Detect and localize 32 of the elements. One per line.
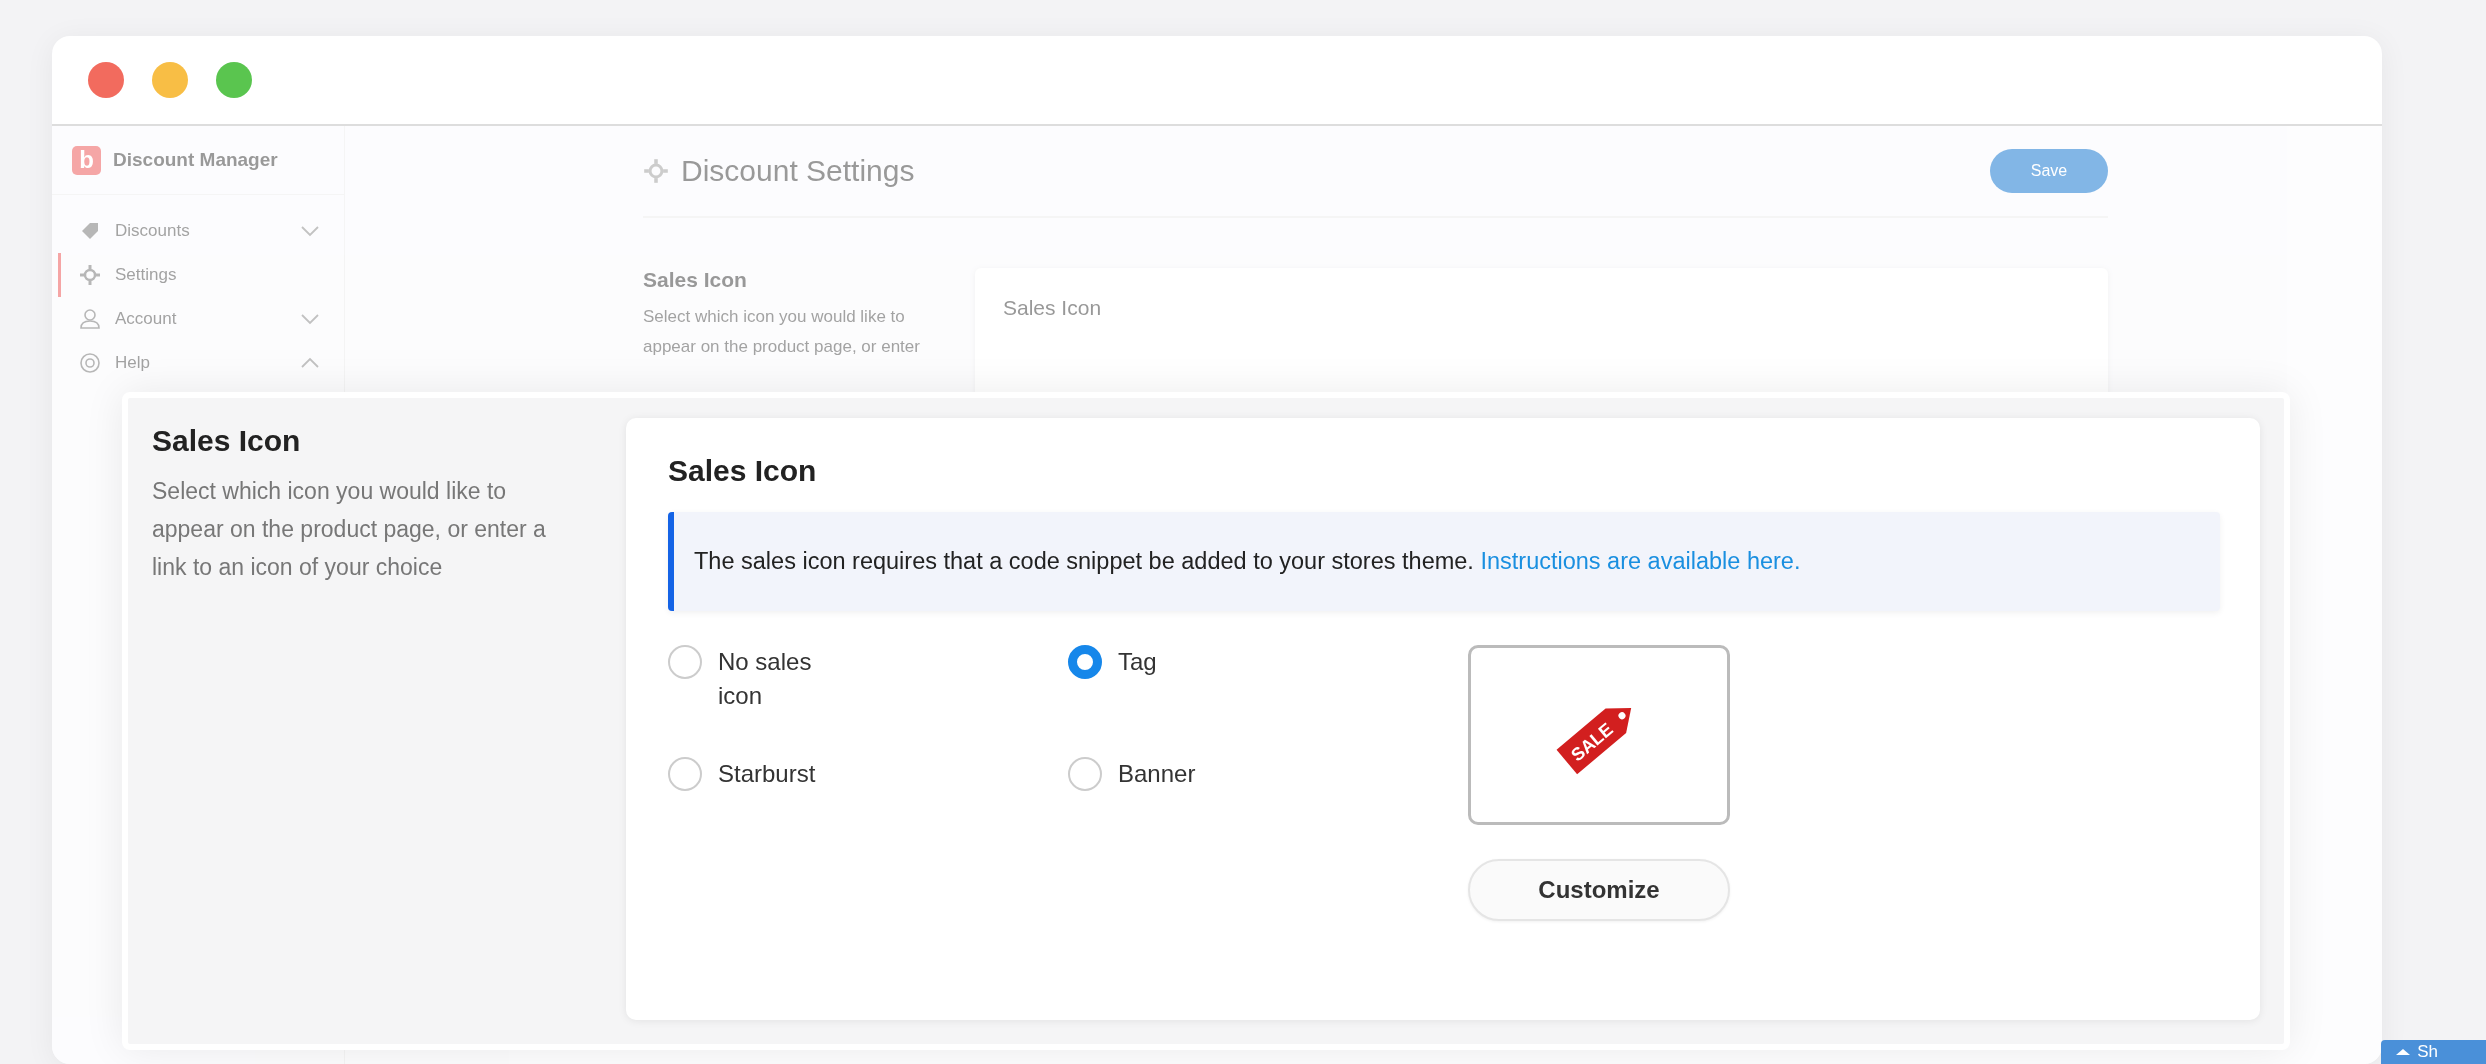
customize-button[interactable]: Customize — [1468, 859, 1730, 921]
sidebar-item[interactable]: Help — [58, 341, 344, 385]
app-name: Discount Manager — [113, 149, 278, 171]
radio-option[interactable]: No sales icon — [668, 645, 1068, 713]
lifebuoy-icon — [79, 352, 101, 374]
section-title: Sales Icon — [643, 268, 748, 292]
close-button[interactable] — [88, 62, 124, 98]
share-button[interactable]: Sh — [2381, 1040, 2486, 1064]
minimize-button[interactable] — [152, 62, 188, 98]
section-description: Select which icon you would like to appear on the product page, or enter a link to an icon of your choice — [152, 477, 547, 582]
save-button[interactable]: Save — [1990, 149, 2108, 193]
info-notice: The sales icon requires that a code snippet be added to your stores theme. Instructions are available here. — [668, 512, 2220, 611]
radio-option[interactable]: Banner — [1068, 757, 1468, 791]
sidebar-item[interactable]: Account — [58, 297, 344, 341]
radio-button[interactable] — [668, 757, 702, 791]
radio-option[interactable]: Starburst — [668, 757, 1068, 791]
instructions-link[interactable]: Instructions are available here. — [1480, 548, 1801, 574]
radio-button[interactable] — [1068, 757, 1102, 791]
maximize-button[interactable] — [216, 62, 252, 98]
radio-button[interactable] — [1068, 645, 1102, 679]
person-icon — [79, 308, 101, 330]
sidebar-item[interactable]: Settings — [58, 253, 344, 297]
card-title: Sales Icon — [1003, 296, 1103, 320]
radio-option[interactable]: Tag — [1068, 645, 1468, 713]
radio-button[interactable] — [668, 645, 702, 679]
page-title: Discount Settings — [681, 154, 916, 188]
sidebar-item[interactable]: Discounts — [58, 209, 344, 253]
app-logo: b — [72, 145, 101, 175]
section-description: Select which icon you would like to appear on the product page, or enter — [643, 306, 921, 358]
caret-icon — [2395, 1047, 2412, 1057]
card-title: Sales Icon — [668, 454, 818, 488]
section-title: Sales Icon — [152, 424, 302, 458]
